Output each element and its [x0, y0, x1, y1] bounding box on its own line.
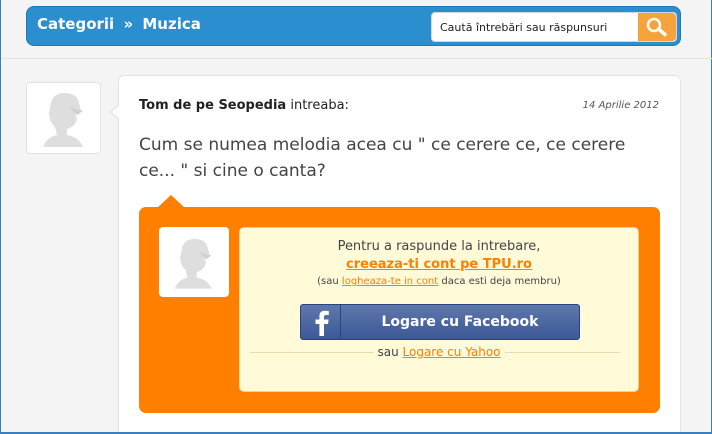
card-pointer-fill	[111, 105, 120, 119]
search-box	[431, 12, 677, 42]
question-card: Tom de pe Seopedia intreaba: 14 Aprilie …	[118, 75, 681, 434]
login-hint: (sau logheaza-te in cont daca esti deja …	[240, 276, 638, 287]
asker-avatar[interactable]	[26, 82, 101, 154]
login-prompt-text: Pentru a raspunde la intrebare,	[337, 239, 541, 254]
author-name-link[interactable]: Tom de pe Seopedia	[139, 98, 286, 113]
login-hint-prefix: (sau	[317, 276, 342, 287]
default-user-silhouette-icon	[174, 239, 212, 289]
login-link[interactable]: logheaza-te in cont	[342, 276, 438, 287]
question-text: Cum se numea melodia acea cu " ce cerere…	[139, 135, 626, 181]
answer-box: Pentru a raspunde la intrebare, creeaza-…	[139, 207, 660, 413]
facebook-icon	[301, 305, 341, 339]
login-hint-suffix: daca esti deja membru)	[438, 276, 561, 287]
breadcrumb-current[interactable]: Muzica	[142, 15, 201, 33]
magnifier-icon	[646, 17, 667, 37]
search-button[interactable]	[638, 13, 676, 41]
question-date: 14 Aprilie 2012	[582, 100, 659, 111]
create-account-link[interactable]: creeaza-ti cont pe TPU.ro	[240, 257, 638, 272]
breadcrumb: Categorii » Muzica	[37, 15, 201, 33]
breadcrumb-separator: »	[123, 15, 134, 33]
login-prompt-panel: Pentru a raspunde la intrebare, creeaza-…	[239, 227, 639, 392]
author-verb: intreaba:	[290, 98, 349, 113]
header-divider	[1, 58, 712, 59]
breadcrumb-root-link[interactable]: Categorii	[37, 15, 114, 33]
search-input[interactable]	[432, 13, 640, 41]
yahoo-prefix: sau	[377, 345, 403, 359]
answerer-avatar	[159, 227, 229, 297]
yahoo-login-line: sau Logare cu Yahoo	[240, 345, 638, 359]
facebook-button-label: Logare cu Facebook	[381, 314, 539, 330]
question-author: Tom de pe Seopedia intreaba:	[139, 98, 349, 113]
yahoo-login-link[interactable]: Logare cu Yahoo	[403, 345, 501, 359]
facebook-login-button[interactable]: Logare cu Facebook	[300, 304, 580, 340]
default-user-silhouette-icon	[42, 93, 83, 147]
header-bar: Categorii » Muzica	[26, 6, 681, 46]
